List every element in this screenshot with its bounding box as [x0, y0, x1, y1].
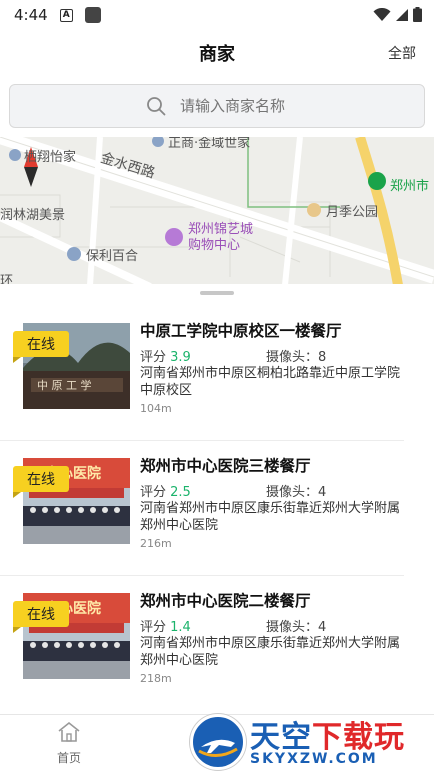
battery-icon [413, 7, 422, 22]
status-bar: 4:44 A [0, 0, 434, 30]
merchant-cameras: 摄像头：8 [266, 350, 327, 365]
merchant-cameras: 摄像头：4 [266, 485, 327, 500]
home-icon [58, 721, 80, 742]
merchant-distance: 104m [140, 402, 172, 415]
merchant-rating: 评分 3.9 [140, 350, 191, 365]
merchant-address: 河南省郑州市中原区桐柏北路靠近中原工学院中原校区 [140, 366, 401, 398]
notification-square-icon [84, 7, 101, 23]
notification-a-icon: A [59, 8, 73, 22]
search-input[interactable] [180, 97, 380, 115]
merchant-list-item[interactable]: 中心医院 在线 郑州市中心医院三楼餐厅 评分 2.5 摄像头：4 河南省郑州市中… [0, 441, 434, 576]
all-filter-button[interactable]: 全部 [388, 43, 416, 63]
merchant-name: 中原工学院中原校区一楼餐厅 [140, 322, 342, 340]
watermark-title: 天空下载玩 [250, 720, 405, 755]
status-time: 4:44 [14, 6, 48, 24]
signal-icon [396, 8, 408, 21]
map-view[interactable]: 正商·金域世家 栖翔怡家 金水西路 郑州市 月季公园 润林湖美景 郑州锦艺城 购… [0, 137, 434, 285]
watermark: 天空下载玩 SKYXZW.COM [188, 712, 434, 771]
map-label-lake: 润林湖美景 [0, 208, 66, 223]
status-badge: 在线 [13, 601, 69, 633]
merchant-distance: 218m [140, 672, 172, 685]
merchant-distance: 216m [140, 537, 172, 550]
map-label-restaurant: 栖翔怡家 [24, 150, 77, 165]
nav-home-label: 首页 [56, 751, 81, 765]
watermark-subtitle: SKYXZW.COM [250, 751, 378, 767]
merchant-address: 河南省郑州市中原区康乐街靠近郑州大学附属郑州中心医院 [140, 636, 401, 668]
merchant-rating: 评分 1.4 [140, 620, 191, 635]
wifi-icon [373, 7, 391, 21]
map-label-park: 月季公园 [326, 205, 379, 220]
map-label-mall: 郑州锦艺城 购物中心 [188, 222, 254, 253]
merchant-list-item[interactable]: 中心医院 在线 郑州市中心医院二楼餐厅 评分 1.4 摄像头：4 河南省郑州市中… [0, 576, 434, 711]
merchant-list-sheet[interactable]: 中 原 工 学 在线 中原工学院中原校区一楼餐厅 评分 3.9 摄像头：8 河南… [0, 284, 434, 714]
page-title: 商家 [199, 44, 235, 65]
title-bar: 商家 全部 [0, 30, 434, 76]
drag-handle[interactable] [200, 291, 234, 295]
merchant-list-item[interactable]: 中 原 工 学 在线 中原工学院中原校区一楼餐厅 评分 3.9 摄像头：8 河南… [0, 306, 434, 441]
merchant-address: 河南省郑州市中原区康乐街靠近郑州大学附属郑州中心医院 [140, 501, 401, 533]
svg-text:中 原 工 学: 中 原 工 学 [37, 378, 92, 392]
map-label-top-poi: 正商·金域世家 [168, 137, 251, 151]
merchant-cameras: 摄像头：4 [266, 620, 327, 635]
status-badge: 在线 [13, 331, 69, 363]
watermark-logo-icon [190, 714, 246, 770]
search-icon [147, 97, 166, 116]
map-label-park-green: 郑州市 [390, 179, 430, 194]
merchant-rating: 评分 2.5 [140, 485, 191, 500]
merchant-name: 郑州市中心医院二楼餐厅 [140, 592, 311, 610]
map-label-baili: 保利百合 [86, 249, 139, 264]
search-bar[interactable] [9, 84, 425, 128]
status-icons [373, 7, 422, 22]
status-badge: 在线 [13, 466, 69, 498]
merchant-name: 郑州市中心医院三楼餐厅 [140, 457, 311, 475]
nav-home-tab[interactable]: 首页 [46, 721, 92, 766]
map-label-edge: 环 [0, 274, 14, 285]
